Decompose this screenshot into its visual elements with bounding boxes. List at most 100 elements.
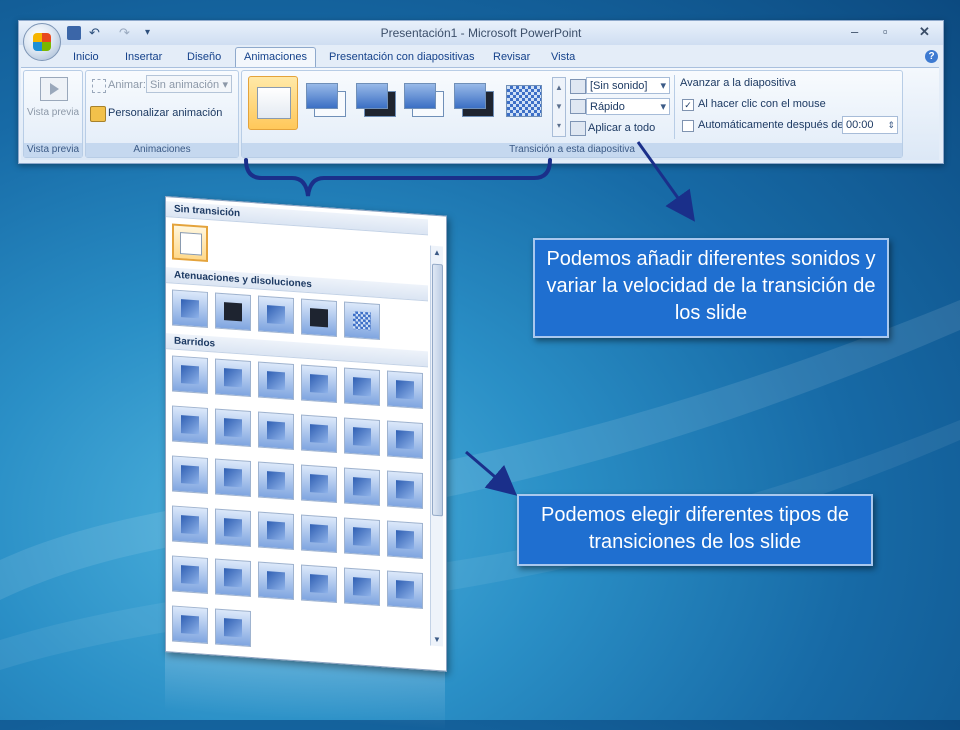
preview-icon[interactable] <box>40 77 68 101</box>
tab-revisar[interactable]: Revisar <box>493 51 530 63</box>
transition-icon <box>310 574 328 594</box>
transition-icon <box>310 308 328 328</box>
transition-thumbnail[interactable] <box>344 517 380 557</box>
minimize-button[interactable]: – <box>851 24 858 39</box>
group-label: Vista previa <box>24 143 82 157</box>
transition-thumbnail[interactable] <box>301 564 337 604</box>
transition-thumbnail[interactable] <box>172 555 208 595</box>
transition-thumbnail[interactable] <box>344 417 380 457</box>
window-title: Presentación1 - Microsoft PowerPoint <box>380 26 582 40</box>
apply-all-button[interactable]: Aplicar a todo <box>588 122 655 134</box>
transition-thumbnail[interactable] <box>172 455 208 495</box>
gallery-more-icon[interactable]: ▾ <box>553 116 565 135</box>
transition-gallery-item[interactable] <box>304 79 348 127</box>
preview-button-label[interactable]: Vista previa <box>24 107 82 119</box>
transition-icon <box>396 580 414 600</box>
speed-select[interactable]: Rápido <box>586 98 670 115</box>
tab-insertar[interactable]: Insertar <box>125 51 162 63</box>
transition-thumbnail[interactable] <box>172 505 208 545</box>
transition-thumbnail[interactable] <box>344 301 380 341</box>
transition-icon <box>396 380 414 400</box>
tab-animaciones[interactable]: Animaciones <box>235 47 316 67</box>
group-label: Animaciones <box>86 143 238 157</box>
sound-select[interactable]: [Sin sonido] <box>586 77 670 94</box>
transition-thumbnail[interactable] <box>215 458 251 498</box>
transition-thumbnail[interactable] <box>301 414 337 454</box>
transition-thumbnail[interactable] <box>387 420 423 460</box>
scroll-down-icon[interactable]: ▼ <box>433 635 441 645</box>
transition-thumbnail[interactable] <box>215 558 251 598</box>
transition-icon <box>181 299 199 319</box>
transition-gallery-panel: Sin transición Atenuaciones y disolucion… <box>165 196 447 672</box>
transition-thumbnail[interactable] <box>215 608 251 648</box>
on-click-checkbox[interactable]: ✓ <box>682 99 694 111</box>
tab-diseno[interactable]: Diseño <box>187 51 221 63</box>
transition-icon <box>310 474 328 494</box>
auto-time-input[interactable]: 00:00 <box>842 116 898 134</box>
transition-thumbnail[interactable] <box>387 570 423 610</box>
scroll-up-icon[interactable]: ▲ <box>433 248 441 258</box>
help-icon[interactable]: ? <box>925 50 938 63</box>
transition-icon <box>310 374 328 394</box>
transition-thumbnail[interactable] <box>172 223 208 263</box>
transition-icon <box>353 427 371 447</box>
transition-icon <box>181 565 199 585</box>
transition-thumbnail[interactable] <box>301 298 337 338</box>
transition-thumbnail[interactable] <box>344 367 380 407</box>
transition-icon <box>181 415 199 435</box>
transition-thumbnail[interactable] <box>172 355 208 395</box>
gallery-brace <box>244 158 552 197</box>
custom-animation-button[interactable]: Personalizar animación <box>108 107 222 119</box>
office-button[interactable] <box>23 23 61 61</box>
transition-thumbnail[interactable] <box>344 567 380 607</box>
transition-thumbnail[interactable] <box>301 364 337 404</box>
transition-gallery-item[interactable] <box>354 79 398 127</box>
transition-thumbnail[interactable] <box>258 411 294 451</box>
transition-thumbnail[interactable] <box>258 461 294 501</box>
gallery-up-icon[interactable]: ▲ <box>553 78 565 97</box>
transition-gallery-item[interactable] <box>502 79 546 127</box>
speed-icon <box>570 99 586 114</box>
transition-thumbnail[interactable] <box>387 520 423 560</box>
transition-gallery-item[interactable] <box>452 79 496 127</box>
transition-thumbnail[interactable] <box>258 295 294 335</box>
transition-thumbnail[interactable] <box>215 508 251 548</box>
transition-thumbnail[interactable] <box>215 292 251 332</box>
custom-animation-icon[interactable] <box>90 106 106 122</box>
transition-icon <box>396 430 414 450</box>
panel-scrollbar[interactable]: ▲ ▼ <box>430 245 443 647</box>
transition-gallery-item-none[interactable] <box>248 76 298 130</box>
transition-thumbnail[interactable] <box>301 464 337 504</box>
transition-thumbnail[interactable] <box>387 370 423 410</box>
tab-vista[interactable]: Vista <box>551 51 575 63</box>
transition-thumbnail[interactable] <box>387 470 423 510</box>
transition-icon <box>267 571 285 591</box>
transition-gallery-item[interactable] <box>402 79 446 127</box>
gallery-scroll[interactable]: ▲ ▼ ▾ <box>552 77 566 137</box>
group-label: Transición a esta diapositiva <box>242 143 902 157</box>
animate-icon <box>92 79 106 93</box>
transition-thumbnail[interactable] <box>258 361 294 401</box>
transition-thumbnail[interactable] <box>215 358 251 398</box>
auto-after-checkbox[interactable] <box>682 120 694 132</box>
transition-thumbnail[interactable] <box>258 511 294 551</box>
transition-thumbnail[interactable] <box>215 408 251 448</box>
transition-thumbnail[interactable] <box>258 561 294 601</box>
gallery-down-icon[interactable]: ▼ <box>553 97 565 116</box>
maximize-button[interactable]: ▫ <box>883 24 888 39</box>
apply-all-icon[interactable] <box>570 121 586 136</box>
transition-thumbnail[interactable] <box>172 605 208 645</box>
transition-thumbnail[interactable] <box>172 289 208 329</box>
group-separator <box>674 75 675 139</box>
transition-thumbnail[interactable] <box>172 405 208 445</box>
tab-presentacion[interactable]: Presentación con diapositivas <box>329 51 475 63</box>
transition-icon <box>224 418 242 438</box>
animar-select[interactable]: Sin animación <box>146 75 232 94</box>
transition-thumbnail[interactable] <box>344 467 380 507</box>
transition-icon <box>181 365 199 385</box>
tab-inicio[interactable]: Inicio <box>73 51 99 63</box>
scrollbar-thumb[interactable] <box>432 263 443 517</box>
office-logo-icon <box>33 33 51 51</box>
transition-thumbnail[interactable] <box>301 514 337 554</box>
close-button[interactable]: ✕ <box>919 24 930 40</box>
